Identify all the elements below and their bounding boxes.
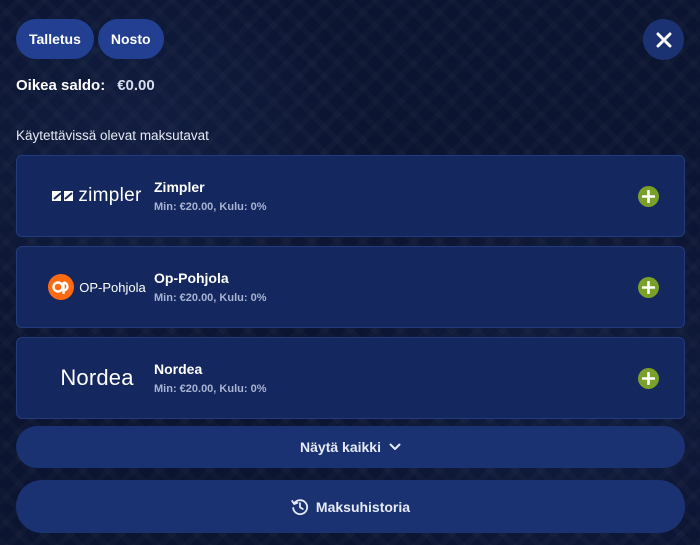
nordea-logo: Nordea [37, 338, 157, 418]
zimpler-mark-icon [52, 191, 74, 201]
balance-value: €0.00 [117, 77, 155, 94]
method-limits: Min: €20.00, Kulu: 0% [154, 292, 267, 304]
method-name: Op-Pohjola [154, 270, 229, 286]
op-pohjola-logo: OP-Pohjola [37, 247, 157, 327]
tab-nosto[interactable]: Nosto [97, 19, 164, 59]
payment-method-zimpler[interactable]: zimpler Zimpler Min: €20.00, Kulu: 0% [16, 155, 685, 237]
balance-row: Oikea saldo: €0.00 [16, 77, 155, 94]
show-all-label: Näytä kaikki [300, 439, 381, 455]
section-title: Käytettävissä olevat maksutavat [16, 128, 209, 143]
zimpler-logo: zimpler [37, 156, 157, 236]
tab-talletus[interactable]: Talletus [16, 19, 94, 59]
close-icon [656, 32, 671, 47]
payment-method-nordea[interactable]: Nordea Nordea Min: €20.00, Kulu: 0% [16, 337, 685, 419]
tab-bar: Talletus Nosto [16, 19, 164, 59]
add-op-pohjola-button[interactable] [638, 277, 659, 298]
method-name: Nordea [154, 361, 203, 377]
add-zimpler-button[interactable] [638, 186, 659, 207]
method-limits: Min: €20.00, Kulu: 0% [154, 383, 267, 395]
show-all-button[interactable]: Näytä kaikki [16, 426, 685, 468]
op-logo-text: OP-Pohjola [79, 279, 146, 295]
payment-method-op-pohjola[interactable]: OP-Pohjola Op-Pohjola Min: €20.00, Kulu:… [16, 246, 685, 328]
payment-history-button[interactable]: Maksuhistoria [16, 480, 685, 533]
method-limits: Min: €20.00, Kulu: 0% [154, 201, 267, 213]
payment-history-label: Maksuhistoria [315, 498, 411, 515]
op-logo-icon [48, 274, 75, 300]
chevron-down-icon [389, 443, 401, 450]
plus-icon [642, 281, 655, 294]
payment-method-list: zimpler Zimpler Min: €20.00, Kulu: 0% OP… [16, 155, 685, 428]
nordea-logo-text: Nordea [60, 365, 134, 390]
add-nordea-button[interactable] [638, 368, 659, 389]
plus-icon [642, 372, 655, 385]
balance-label: Oikea saldo: [16, 77, 106, 94]
zimpler-logo-text: zimpler [78, 185, 142, 206]
close-button[interactable] [643, 19, 684, 60]
history-icon [291, 498, 308, 515]
plus-icon [642, 190, 655, 203]
method-name: Zimpler [154, 179, 205, 195]
